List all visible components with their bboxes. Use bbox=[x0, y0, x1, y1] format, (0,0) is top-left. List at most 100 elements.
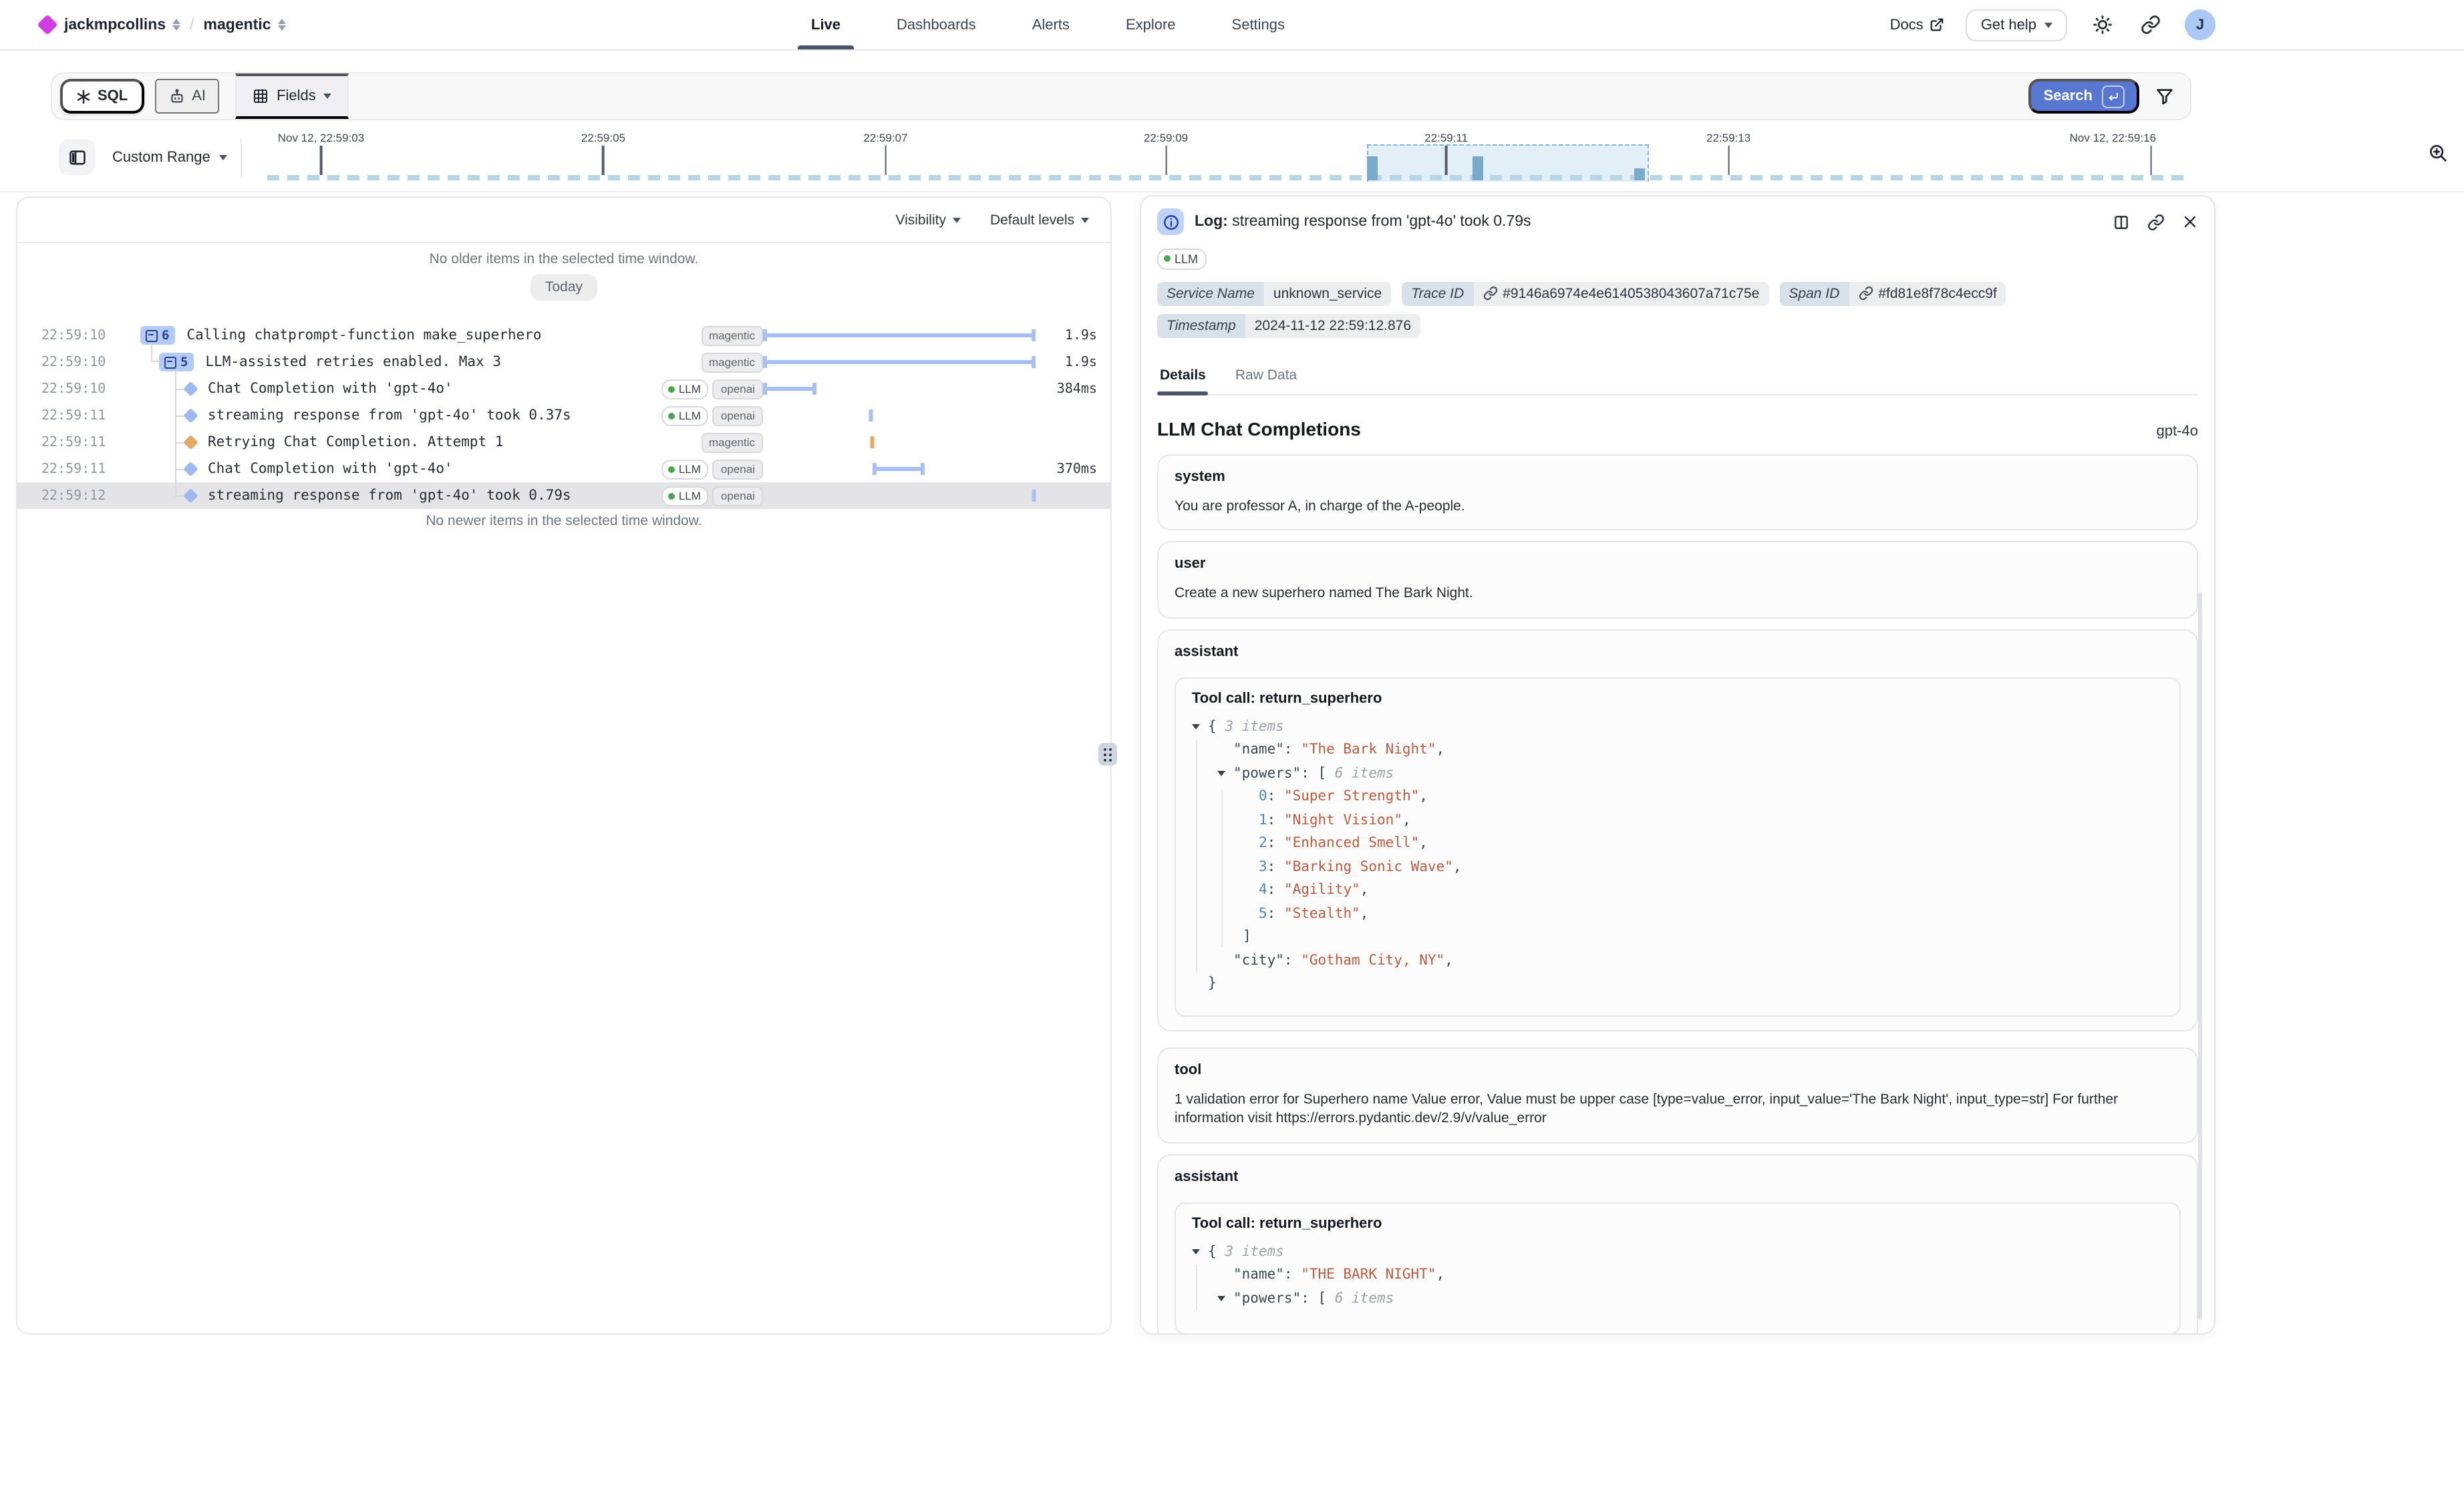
meta-tags-row: Timestamp 2024-11-12 22:59:12.876 bbox=[1157, 313, 2198, 337]
project-selector[interactable]: magentic bbox=[204, 17, 286, 33]
span-bar-zone bbox=[763, 322, 1036, 349]
collapse-icon[interactable] bbox=[1217, 771, 1225, 776]
docs-link[interactable]: Docs bbox=[1890, 17, 1945, 33]
time-range-selector[interactable]: Custom Range bbox=[112, 139, 228, 175]
json-line: { 3 items bbox=[1192, 1240, 2163, 1264]
log-message: streaming response from 'gpt-4o' took 0.… bbox=[208, 407, 571, 424]
today-pill[interactable]: Today bbox=[530, 274, 597, 301]
log-detail-panel: Log: streaming response from 'gpt-4o' to… bbox=[1140, 195, 2215, 1335]
json-line: 3: "Barking Sonic Wave", bbox=[1192, 856, 2163, 879]
timeline-tick-mark bbox=[320, 146, 322, 175]
meta-tag: Span ID #fd81e8f78c4ecc9f bbox=[1779, 281, 2006, 305]
message-role: assistant bbox=[1175, 643, 2181, 659]
timeline-tick-mark bbox=[2150, 146, 2152, 175]
log-timestamp: 22:59:12 bbox=[41, 488, 124, 503]
detail-tab-details[interactable]: Details bbox=[1157, 359, 1209, 393]
no-newer-items-note: No newer items in the selected time wind… bbox=[17, 513, 1110, 529]
detail-tab-raw-data[interactable]: Raw Data bbox=[1233, 359, 1299, 393]
event-tick bbox=[1032, 490, 1036, 502]
event-tick bbox=[870, 436, 875, 448]
nav-tab-alerts[interactable]: Alerts bbox=[1024, 0, 1078, 49]
timeline[interactable]: Nov 12, 22:59:03 22:59:05 22:59:07 22:59… bbox=[267, 127, 2187, 191]
timeline-tick-label: 22:59:11 bbox=[1424, 131, 1468, 144]
json-line: "powers": [ 6 items bbox=[1192, 1287, 2163, 1311]
copy-link-icon[interactable] bbox=[2147, 213, 2165, 230]
detail-tabs: Details Raw Data bbox=[1157, 359, 2198, 395]
log-badges: magentic bbox=[659, 352, 763, 372]
span-bar bbox=[872, 463, 925, 475]
attribute-badge: magentic bbox=[701, 352, 763, 372]
json-line: 2: "Enhanced Smell", bbox=[1192, 832, 2163, 856]
collapse-icon[interactable] bbox=[1192, 724, 1200, 729]
timeline-tick-mark bbox=[1445, 146, 1447, 175]
search-button[interactable]: Search bbox=[2029, 79, 2139, 114]
nav-tab-settings[interactable]: Settings bbox=[1224, 0, 1293, 49]
log-row[interactable]: 22:59:10 6 Calling chatprompt-function m… bbox=[17, 322, 1110, 349]
app-logo-icon bbox=[37, 14, 57, 35]
org-name: jackmpcollins bbox=[64, 17, 166, 33]
share-link-button[interactable] bbox=[2137, 11, 2163, 38]
tool-call-heading: Tool call: return_superhero bbox=[1192, 690, 2163, 706]
chat-messages: system You are professor A, in charge of… bbox=[1157, 454, 2198, 1335]
chevron-updown-icon bbox=[278, 19, 286, 31]
link-icon bbox=[1483, 286, 1497, 301]
visibility-dropdown[interactable]: Visibility bbox=[895, 212, 960, 228]
green-dot-icon bbox=[668, 492, 675, 499]
ai-mode-button[interactable]: AI bbox=[154, 79, 219, 114]
breadcrumb-separator: / bbox=[190, 17, 194, 33]
log-rows: 22:59:10 6 Calling chatprompt-function m… bbox=[17, 322, 1110, 509]
message-text: You are professor A, in charge of the A-… bbox=[1175, 496, 2181, 516]
timeline-tick-label: 22:59:13 bbox=[1706, 131, 1750, 144]
sql-mode-button[interactable]: SQL bbox=[60, 79, 144, 114]
detail-header: Log: streaming response from 'gpt-4o' to… bbox=[1157, 208, 2198, 235]
event-tick bbox=[869, 409, 873, 422]
panel-resize-handle[interactable] bbox=[1098, 743, 1117, 766]
meta-tag-label: Span ID bbox=[1779, 281, 1849, 305]
query-input[interactable] bbox=[349, 73, 2029, 119]
log-timestamp: 22:59:10 bbox=[41, 381, 124, 396]
log-badges: LLMopenai bbox=[659, 459, 763, 479]
collapse-icon[interactable] bbox=[1192, 1249, 1200, 1255]
meta-tag-value[interactable]: #fd81e8f78c4ecc9f bbox=[1849, 281, 2006, 305]
log-message: Chat Completion with 'gpt-4o' bbox=[208, 381, 453, 397]
histogram-bar bbox=[1634, 168, 1645, 180]
llm-badge: LLM bbox=[661, 486, 709, 506]
nav-tab-dashboards[interactable]: Dashboards bbox=[889, 0, 984, 49]
get-help-button[interactable]: Get help bbox=[1966, 9, 2067, 41]
collapse-count-badge[interactable]: 6 bbox=[140, 326, 174, 345]
span-bar-zone bbox=[763, 375, 1036, 402]
filter-button[interactable] bbox=[2155, 87, 2174, 106]
log-timestamp: 22:59:11 bbox=[41, 408, 124, 423]
side-panel-icon[interactable] bbox=[2113, 213, 2130, 230]
zoom-in-button[interactable] bbox=[2428, 143, 2448, 163]
close-icon[interactable] bbox=[2182, 214, 2198, 230]
user-avatar[interactable]: J bbox=[2185, 9, 2215, 40]
timeline-tick-label: Nov 12, 22:59:03 bbox=[278, 131, 365, 144]
fields-button[interactable]: Fields bbox=[235, 73, 349, 119]
org-selector[interactable]: jackmpcollins bbox=[64, 17, 180, 33]
timeline-tick-mark bbox=[1165, 146, 1167, 175]
chat-message-card: user Create a new superhero named The Ba… bbox=[1157, 541, 2198, 618]
chevron-down-icon bbox=[324, 94, 332, 99]
grid-icon bbox=[253, 88, 269, 104]
detail-scrollbar[interactable] bbox=[2198, 592, 2202, 1320]
collapse-count-badge[interactable]: 5 bbox=[159, 353, 193, 371]
collapse-icon[interactable] bbox=[1217, 1296, 1225, 1301]
meta-tag-value[interactable]: #9146a6974e4e6140538043607a71c75e bbox=[1473, 281, 1768, 305]
nav-tab-live[interactable]: Live bbox=[803, 0, 849, 49]
theme-toggle-button[interactable] bbox=[2089, 11, 2115, 38]
section-header: LLM Chat Completions gpt-4o bbox=[1157, 418, 2198, 439]
default-levels-dropdown[interactable]: Default levels bbox=[990, 212, 1089, 228]
span-bar-zone bbox=[763, 349, 1036, 375]
log-timestamp: 22:59:11 bbox=[41, 435, 124, 450]
sun-icon bbox=[2092, 15, 2112, 35]
span-bar-zone bbox=[763, 456, 1036, 482]
chat-message-card: assistant Tool call: return_superhero { … bbox=[1157, 1154, 2198, 1335]
sidebar-toggle-button[interactable] bbox=[59, 139, 95, 175]
nav-tab-explore[interactable]: Explore bbox=[1118, 0, 1184, 49]
robot-icon bbox=[168, 88, 185, 105]
json-line: ] bbox=[1192, 926, 2163, 949]
detail-header-actions bbox=[2113, 213, 2198, 230]
log-timestamp: 22:59:10 bbox=[41, 328, 124, 343]
log-row[interactable]: 22:59:10 5 LLM-assisted retries enabled.… bbox=[17, 349, 1110, 375]
